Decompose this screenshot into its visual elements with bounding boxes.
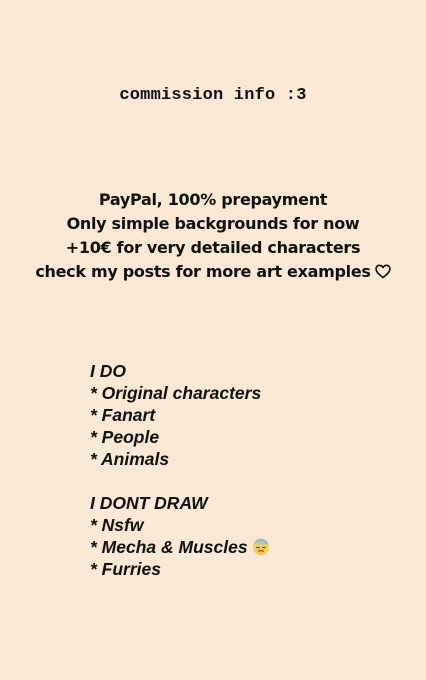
heart-outline-icon [374, 262, 391, 286]
art-examples-line: check my posts for more art examples [0, 260, 426, 286]
page-title: commission info :3 [119, 86, 307, 105]
dont-list: I DONT DRAW * Nsfw * Mecha & Muscles * F… [90, 492, 270, 580]
dont-list-heading: I DONT DRAW [90, 493, 208, 513]
do-list-item: * Animals [90, 449, 170, 469]
pricing-terms-line: +10€ for very detailed characters [65, 238, 361, 257]
commission-info-story: { "title": "commission info :3", "info":… [0, 0, 426, 680]
do-list: I DO * Original characters * Fanart * Pe… [90, 360, 270, 470]
dont-list-item-text: * Mecha & Muscles [90, 537, 248, 557]
commission-terms: PayPal, 100% prepayment Only simple back… [0, 188, 426, 286]
payment-terms-line: PayPal, 100% prepayment [98, 190, 328, 209]
do-list-item: * Original characters [90, 383, 262, 403]
do-list-item: * People [90, 427, 160, 447]
dont-list-item: * Nsfw [90, 515, 144, 535]
commission-lists: I DO * Original characters * Fanart * Pe… [90, 360, 270, 580]
dont-list-item: * Furries [90, 559, 161, 579]
background-terms-line: Only simple backgrounds for now [66, 214, 360, 233]
dont-list-item-with-emoji: * Mecha & Muscles [90, 536, 270, 558]
downcast-sweat-face-emoji-icon [252, 538, 270, 556]
do-list-item: * Fanart [90, 405, 156, 425]
art-examples-text: check my posts for more art examples [35, 262, 371, 281]
do-list-heading: I DO [90, 361, 126, 381]
